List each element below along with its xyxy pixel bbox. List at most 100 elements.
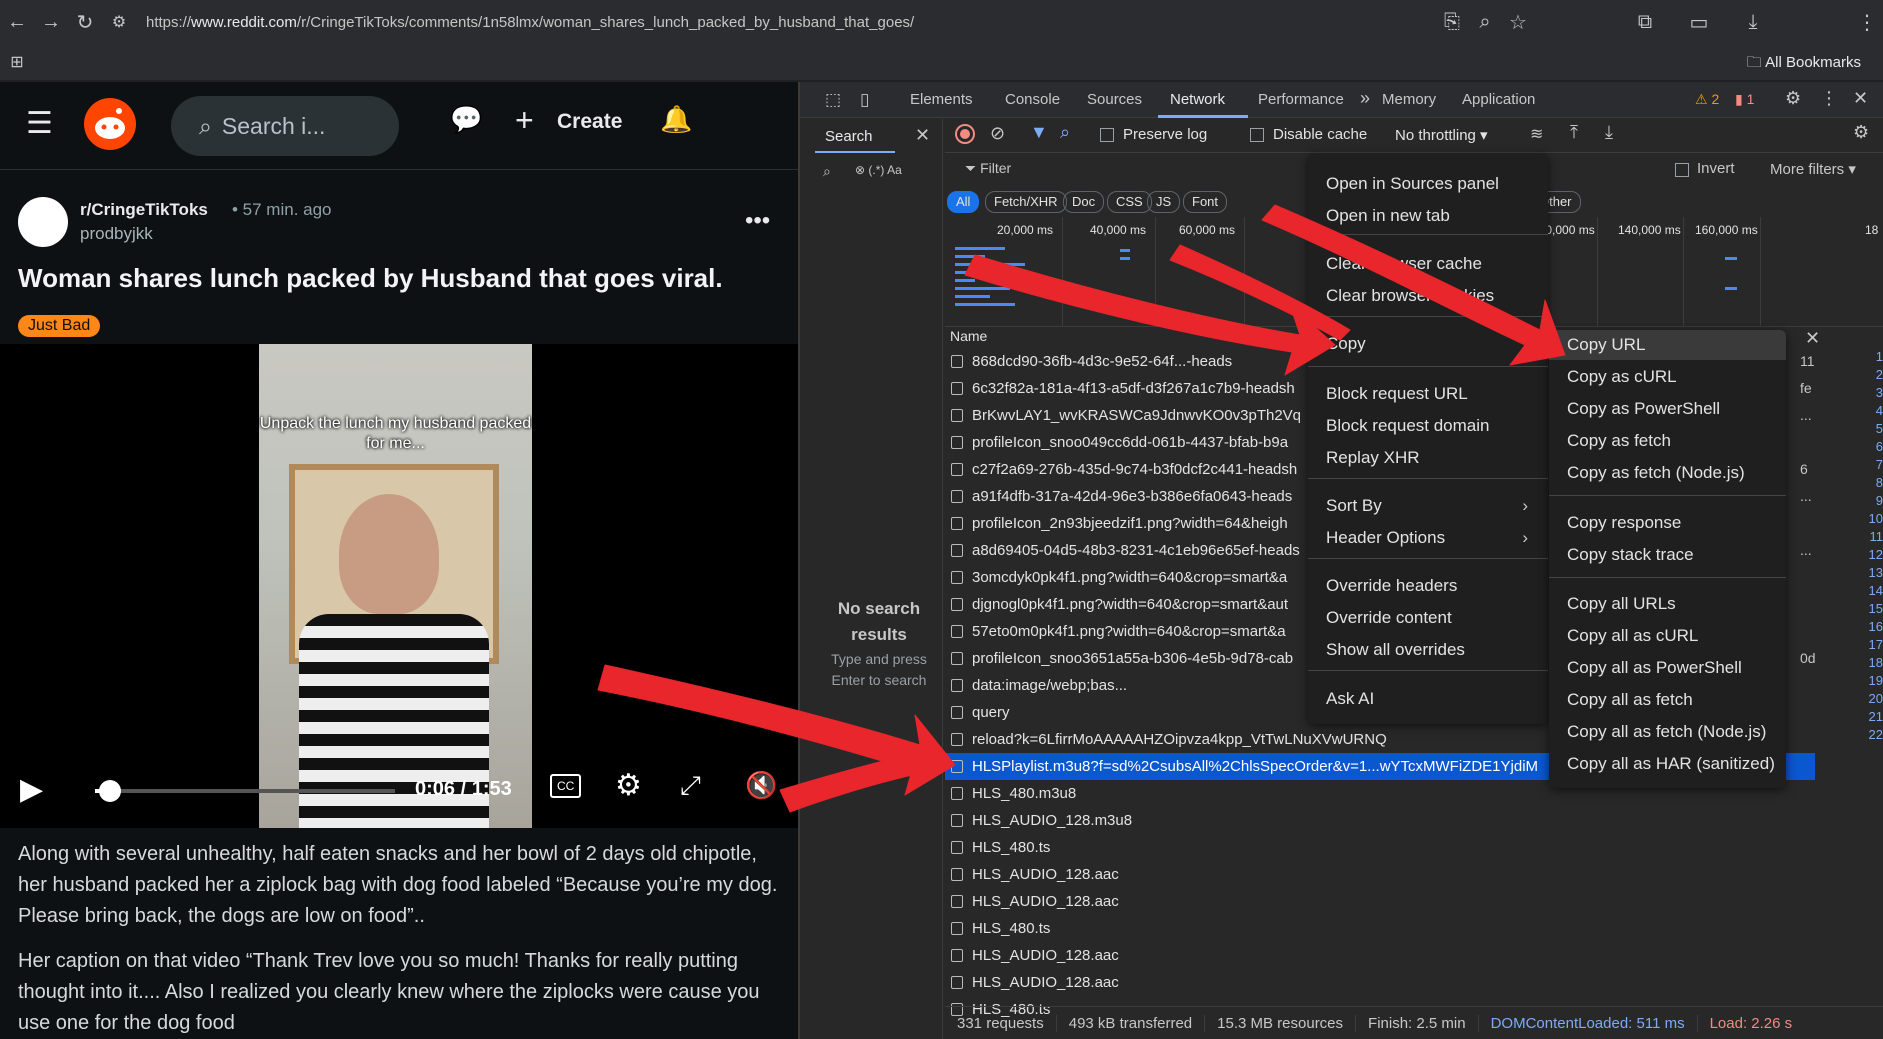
extensions-icon[interactable]: ⧉ (1628, 5, 1662, 39)
request-row[interactable]: HLS_AUDIO_128.aac (945, 942, 1815, 969)
fullscreen-icon[interactable]: ⤢ (680, 770, 701, 802)
menu-item-sort-by[interactable]: Sort By (1326, 496, 1382, 516)
request-row[interactable]: HLS_AUDIO_128.m3u8 (945, 807, 1815, 834)
settings-gear-icon[interactable]: ⚙ (615, 768, 642, 803)
request-row[interactable]: HLS_AUDIO_128.aac (945, 888, 1815, 915)
type-filter-font[interactable]: Font (1183, 191, 1228, 213)
zoom-icon[interactable]: ⌕ (1468, 5, 1502, 39)
menu-item-block-request-domain[interactable]: Block request domain (1326, 416, 1489, 436)
type-filter-fetchxhr[interactable]: Fetch/XHR (985, 191, 1067, 213)
type-filter-js[interactable]: JS (1147, 191, 1181, 213)
post-flair[interactable]: Just Bad (18, 315, 101, 337)
inspect-element-icon[interactable]: ⬚ (825, 90, 841, 110)
network-settings-icon[interactable]: ⚙ (1853, 122, 1869, 143)
request-row[interactable]: HLS_480.ts (945, 834, 1815, 861)
type-filter-all[interactable]: All (947, 191, 980, 213)
menu-item-override-headers[interactable]: Override headers (1326, 576, 1457, 596)
post-author[interactable]: prodbyjkk (80, 224, 153, 244)
throttling-select[interactable]: No throttling ▾ (1395, 126, 1488, 144)
invert-checkbox[interactable] (1675, 163, 1689, 177)
menu-item-show-all-overrides[interactable]: Show all overrides (1326, 640, 1465, 660)
back-icon[interactable]: ← (0, 5, 34, 39)
subreddit-name[interactable]: r/CringeTikToks (80, 200, 208, 220)
menu-item-override-content[interactable]: Override content (1326, 608, 1452, 628)
tab-network[interactable]: Network (1170, 91, 1225, 108)
request-row[interactable]: HLS_480.ts (945, 915, 1815, 942)
type-filter-doc[interactable]: Doc (1063, 191, 1105, 213)
import-har-icon[interactable]: ⤒ (1570, 122, 1578, 143)
filter-icon[interactable]: ▼ (1030, 122, 1048, 143)
close-details-icon[interactable]: ✕ (1805, 328, 1820, 349)
chat-icon[interactable]: 💬 (450, 104, 482, 135)
close-devtools-icon[interactable]: ✕ (1853, 88, 1868, 109)
play-icon[interactable]: ▶ (20, 772, 43, 807)
closed-captions-icon[interactable]: CC (550, 774, 582, 798)
reload-icon[interactable]: ↻ (68, 5, 102, 39)
create-button[interactable]: Create (557, 110, 622, 134)
submenu-item-copy-all-urls[interactable]: Copy all URLs (1567, 594, 1676, 614)
submenu-item-copy-as-fetch-node-js[interactable]: Copy as fetch (Node.js) (1567, 463, 1745, 483)
notifications-bell-icon[interactable]: 🔔 (660, 104, 692, 135)
seekbar-thumb[interactable] (99, 780, 121, 802)
tab-console[interactable]: Console (1005, 91, 1060, 108)
menu-item-ask-ai[interactable]: Ask AI (1326, 689, 1374, 709)
warnings-badge[interactable]: ⚠ 2 (1695, 91, 1719, 108)
more-options-icon[interactable]: ••• (745, 207, 770, 235)
menu-item-open-in-new-tab[interactable]: Open in new tab (1326, 206, 1450, 226)
menu-item-clear-browser-cookies[interactable]: Clear browser cookies (1326, 286, 1494, 306)
bookmark-star-icon[interactable]: ☆ (1501, 5, 1535, 39)
search-regex-toggle[interactable]: ⊗ (.*) Aa (855, 163, 902, 177)
mute-icon[interactable]: 🔇 (745, 770, 777, 801)
tab-application[interactable]: Application (1462, 91, 1535, 108)
type-filter-css[interactable]: CSS (1107, 191, 1152, 213)
submenu-item-copy-all-as-har-sanitized[interactable]: Copy all as HAR (sanitized) (1567, 754, 1775, 774)
request-row[interactable]: HLS_AUDIO_128.aac (945, 969, 1815, 996)
devtools-settings-icon[interactable]: ⚙ (1785, 88, 1801, 109)
forward-icon[interactable]: → (34, 5, 68, 39)
device-toolbar-icon[interactable]: ▯ (860, 90, 869, 110)
filter-input[interactable]: ⏷ Filter (965, 160, 1011, 177)
menu-item-header-options[interactable]: Header Options (1326, 528, 1445, 548)
cast-icon[interactable]: ▭ (1682, 5, 1716, 39)
close-search-icon[interactable]: ✕ (915, 125, 930, 146)
network-conditions-icon[interactable]: ≋ (1530, 124, 1543, 144)
preserve-log-checkbox[interactable] (1100, 128, 1114, 142)
site-settings-icon[interactable]: ⚙ (102, 5, 136, 39)
tab-sources[interactable]: Sources (1087, 91, 1142, 108)
submenu-item-copy-all-as-fetch[interactable]: Copy all as fetch (1567, 690, 1693, 710)
install-app-icon[interactable]: ⎘ (1435, 5, 1469, 39)
disable-cache-checkbox[interactable] (1250, 128, 1264, 142)
menu-item-clear-browser-cache[interactable]: Clear browser cache (1326, 254, 1482, 274)
menu-item-copy[interactable]: Copy (1326, 334, 1366, 354)
record-stop-icon[interactable] (955, 124, 975, 144)
plus-icon[interactable]: + (515, 102, 534, 139)
reddit-logo[interactable] (84, 98, 136, 150)
submenu-item-copy-all-as-curl[interactable]: Copy all as cURL (1567, 626, 1698, 646)
all-bookmarks-button[interactable]: 🗀 All Bookmarks (1747, 52, 1861, 77)
tab-elements[interactable]: Elements (910, 91, 973, 108)
search-network-icon[interactable]: ⌕ (1060, 122, 1070, 143)
menu-item-open-in-sources-panel[interactable]: Open in Sources panel (1326, 174, 1499, 194)
submenu-item-copy-url[interactable]: Copy URL (1567, 335, 1645, 355)
clear-log-icon[interactable]: ⊘ (990, 123, 1005, 144)
menu-kebab-icon[interactable]: ⋮ (1850, 5, 1883, 39)
errors-badge[interactable]: ▮ 1 (1735, 91, 1754, 108)
download-icon[interactable]: ⤓ (1736, 5, 1770, 39)
video-player[interactable]: Unpack the lunch my husband packed for m… (0, 344, 798, 828)
search-tab[interactable]: Search (825, 128, 873, 145)
submenu-item-copy-stack-trace[interactable]: Copy stack trace (1567, 545, 1694, 565)
hamburger-menu-icon[interactable]: ☰ (26, 106, 53, 141)
tab-performance[interactable]: Performance (1258, 91, 1344, 108)
submenu-item-copy-all-as-powershell[interactable]: Copy all as PowerShell (1567, 658, 1742, 678)
tab-memory[interactable]: Memory (1382, 91, 1436, 108)
export-har-icon[interactable]: ⤓ (1605, 122, 1613, 143)
more-tabs-icon[interactable]: » (1360, 88, 1370, 109)
submenu-item-copy-response[interactable]: Copy response (1567, 513, 1681, 533)
apps-grid-icon[interactable]: ⊞ (0, 45, 34, 79)
devtools-menu-icon[interactable]: ⋮ (1820, 88, 1838, 109)
menu-item-block-request-url[interactable]: Block request URL (1326, 384, 1468, 404)
submenu-item-copy-as-powershell[interactable]: Copy as PowerShell (1567, 399, 1720, 419)
search-input[interactable]: ⌕ Search i... (171, 96, 399, 156)
more-filters-button[interactable]: More filters ▾ (1770, 160, 1856, 178)
subreddit-avatar[interactable] (18, 197, 68, 247)
